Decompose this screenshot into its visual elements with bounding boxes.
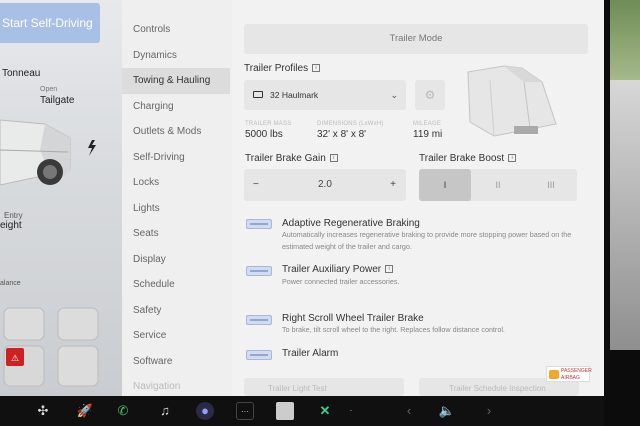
menu-item-self-driving[interactable]: Self-Driving bbox=[122, 145, 232, 171]
menu-item-outlets-mods[interactable]: Outlets & Mods bbox=[122, 119, 232, 145]
xmode-icon[interactable]: ✕ bbox=[316, 402, 334, 420]
light-test-button[interactable]: Trailer Light Test bbox=[244, 378, 404, 396]
volume-icon[interactable]: 🔈 bbox=[438, 402, 456, 420]
brake-gain-label: Trailer Brake Gain i bbox=[245, 153, 338, 164]
info-icon[interactable]: i bbox=[385, 265, 394, 274]
menu-item-schedule[interactable]: Schedule bbox=[122, 272, 232, 298]
trailer-mode-header[interactable]: Trailer Mode bbox=[244, 24, 588, 54]
profile-name: 32 Haulmark bbox=[270, 90, 319, 100]
window-view bbox=[610, 0, 640, 80]
badge-line2: AIRBAG bbox=[561, 375, 580, 381]
boost-option-1[interactable]: I bbox=[419, 169, 471, 201]
trailer-profile-dropdown[interactable]: 32 Haulmark ⌄ bbox=[244, 80, 406, 110]
menu-item-locks[interactable]: Locks bbox=[122, 170, 232, 196]
app-dock: ✣ 🚀 ✆ ♫ ● ··· ✕ · ‹ 🔈 › bbox=[0, 396, 604, 426]
info-icon[interactable]: i bbox=[312, 64, 321, 73]
entry-height-label[interactable]: eight bbox=[0, 220, 22, 231]
fan-icon[interactable]: ✣ bbox=[34, 402, 52, 420]
svg-text:⚠: ⚠ bbox=[11, 354, 19, 364]
balance-label: alance bbox=[0, 280, 21, 287]
menu-item-seats[interactable]: Seats bbox=[122, 221, 232, 247]
menu-item-software[interactable]: Software bbox=[122, 349, 232, 375]
menu-item-charging[interactable]: Charging bbox=[122, 94, 232, 120]
dimensions-value: 32' x 8' x 8' bbox=[317, 129, 367, 140]
gear-icon[interactable]: ⚙ bbox=[415, 80, 445, 110]
settings-menu: Controls Dynamics Towing & Hauling Charging… bbox=[122, 0, 232, 396]
music-icon[interactable]: ♫ bbox=[156, 402, 174, 420]
trailer-mass-value: 5000 lbs bbox=[245, 129, 283, 140]
menu-item-towing-hauling[interactable]: Towing & Hauling bbox=[122, 68, 230, 94]
bottom-actions: Trailer Light Test Trailer Schedule Insp… bbox=[244, 378, 588, 396]
dimensions-caption: DIMENSIONS (LxWxH) bbox=[317, 121, 384, 127]
trailer-icon bbox=[253, 91, 263, 98]
brake-boost-label: Trailer Brake Boost i bbox=[419, 153, 517, 164]
mileage-value: 119 mi bbox=[413, 129, 443, 140]
trailer-alarm-title: Trailer Alarm bbox=[282, 348, 339, 359]
trailer-model bbox=[467, 65, 557, 137]
badge-line1: PASSENGER bbox=[561, 368, 592, 374]
start-self-driving-button[interactable]: Start Self-Driving bbox=[0, 3, 100, 43]
aux-power-title: Trailer Auxiliary Power i bbox=[282, 264, 394, 275]
more-icon[interactable]: ··· bbox=[236, 402, 254, 420]
menu-item-display[interactable]: Display bbox=[122, 247, 232, 273]
aux-power-desc: Power connected trailer accessories. bbox=[282, 277, 400, 286]
info-icon[interactable]: i bbox=[508, 154, 517, 163]
boost-option-3[interactable]: III bbox=[525, 169, 577, 201]
boost-option-2[interactable]: II bbox=[472, 169, 524, 201]
lightning-icon bbox=[88, 140, 96, 156]
menu-item-controls[interactable]: Controls bbox=[122, 17, 232, 43]
chevron-left-icon[interactable]: ‹ bbox=[400, 402, 418, 420]
dot-icon: · bbox=[349, 406, 353, 415]
info-icon[interactable]: i bbox=[329, 154, 338, 163]
towing-panel: Trailer Mode Trailer Profiles i 32 Haulma… bbox=[232, 0, 604, 396]
trailer-alarm-toggle[interactable] bbox=[246, 350, 272, 360]
brake-boost-selector[interactable]: I II III bbox=[419, 169, 577, 201]
airbag-icon bbox=[549, 370, 559, 379]
menu-item-lights[interactable]: Lights bbox=[122, 196, 232, 222]
trailer-mass-caption: TRAILER MASS bbox=[245, 121, 292, 127]
touchscreen: Start Self-Driving Tonneau Open Tailgate… bbox=[0, 0, 604, 396]
aux-power-toggle[interactable] bbox=[246, 266, 272, 276]
menu-item-dynamics[interactable]: Dynamics bbox=[122, 43, 232, 69]
passenger-airbag-badge: PASSENGER AIRBAG bbox=[546, 366, 592, 382]
scroll-brake-toggle[interactable] bbox=[246, 315, 272, 325]
mileage-caption: MILEAGE bbox=[413, 121, 442, 127]
menu-item-navigation[interactable]: Navigation bbox=[122, 374, 232, 396]
menu-item-safety[interactable]: Safety bbox=[122, 298, 232, 324]
brake-gain-stepper[interactable]: − 2.0 + bbox=[244, 169, 406, 201]
adaptive-regen-toggle[interactable] bbox=[246, 219, 272, 229]
chevron-right-icon[interactable]: › bbox=[480, 402, 498, 420]
photo-app-icon[interactable] bbox=[276, 402, 294, 420]
adaptive-regen-desc: Automatically increases regenerative bra… bbox=[282, 230, 572, 251]
dashboard-background bbox=[610, 80, 640, 350]
camera-icon[interactable]: ● bbox=[196, 402, 214, 420]
decrease-button[interactable]: − bbox=[253, 169, 259, 201]
scroll-brake-desc: To brake, tilt scroll wheel to the right… bbox=[282, 325, 505, 334]
increase-button[interactable]: + bbox=[390, 169, 396, 201]
tonneau-label[interactable]: Tonneau bbox=[2, 68, 40, 79]
seat-map[interactable]: ⚠ bbox=[0, 302, 122, 396]
airbag-warning-icon: ⚠ bbox=[6, 348, 24, 366]
adaptive-regen-title: Adaptive Regenerative Braking bbox=[282, 218, 420, 229]
trailer-profiles-label: Trailer Profiles i bbox=[244, 63, 321, 74]
phone-icon[interactable]: ✆ bbox=[114, 402, 132, 420]
vehicle-view: Start Self-Driving Tonneau Open Tailgate… bbox=[0, 0, 122, 396]
rocket-icon[interactable]: 🚀 bbox=[76, 402, 94, 420]
brake-gain-value: 2.0 bbox=[318, 179, 332, 190]
menu-item-service[interactable]: Service bbox=[122, 323, 232, 349]
entry-sub: Entry bbox=[4, 211, 23, 220]
scroll-brake-title: Right Scroll Wheel Trailer Brake bbox=[282, 313, 424, 324]
cybertruck-model bbox=[0, 119, 96, 186]
chevron-down-icon: ⌄ bbox=[390, 90, 398, 100]
